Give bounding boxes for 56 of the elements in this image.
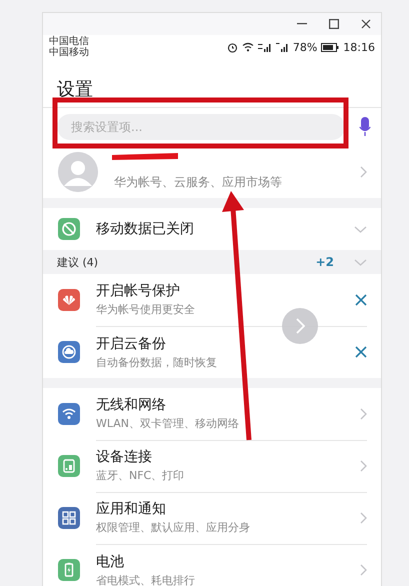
search-field[interactable]: 搜索设置项... — [57, 114, 345, 140]
close-icon[interactable] — [355, 294, 367, 306]
flower-icon — [58, 289, 80, 311]
chevron-right-icon — [360, 512, 367, 524]
setting-title: 开启云备份 — [96, 334, 166, 352]
setting-title: 开启帐号保护 — [96, 282, 180, 300]
setting-row[interactable]: 无线和网络 WLAN、双卡管理、移动网络 — [43, 388, 381, 440]
minimize-icon[interactable] — [297, 23, 307, 25]
setting-subtitle: 省电模式、耗电排行 — [96, 572, 195, 586]
more-link[interactable]: +2 — [316, 255, 334, 269]
chevron-right-icon — [360, 166, 367, 178]
chevron-right-icon — [360, 564, 367, 576]
section-header: 建议 (4) — [57, 254, 100, 270]
setting-row[interactable]: 应用和通知 权限管理、默认应用、应用分身 — [43, 492, 381, 544]
setting-subtitle: 蓝牙、NFC、打印 — [96, 468, 184, 483]
setting-title: 电池 — [96, 552, 124, 570]
alarm-icon — [226, 42, 238, 52]
no-data-icon — [58, 218, 80, 240]
scribble-mark — [112, 153, 178, 160]
account-subtitle: 华为帐号、云服务、应用市场等 — [114, 174, 282, 191]
setting-title: 应用和通知 — [96, 500, 166, 518]
setting-title: 设备连接 — [96, 448, 152, 466]
battery-icon — [321, 42, 340, 52]
battery-icon — [58, 559, 80, 581]
close-icon[interactable] — [355, 346, 367, 358]
wifi-icon — [58, 403, 80, 425]
battery-percent: 78% — [292, 40, 318, 54]
microphone-icon[interactable] — [359, 117, 371, 137]
status-time: 18:16 — [343, 40, 375, 54]
close-icon[interactable] — [361, 19, 371, 29]
device-icon — [58, 455, 80, 477]
setting-subtitle: WLAN、双卡管理、移动网络 — [96, 416, 240, 431]
mobile-data-row[interactable]: 移动数据已关闭 — [43, 208, 381, 250]
carrier-name: 中国电信 — [49, 36, 89, 47]
setting-subtitle: 权限管理、默认应用、应用分身 — [96, 520, 250, 535]
setting-row[interactable]: 开启云备份 自动备份数据，随时恢复 — [43, 326, 381, 378]
cloud-icon — [58, 341, 80, 363]
chevron-right-icon — [296, 318, 304, 334]
avatar-icon — [58, 152, 98, 192]
setting-title: 无线和网络 — [96, 396, 166, 414]
signal-icon — [258, 42, 272, 52]
setting-row[interactable]: 电池 省电模式、耗电排行 — [43, 544, 381, 586]
grid-icon — [58, 507, 80, 529]
setting-subtitle: 华为帐号使用更安全 — [96, 302, 195, 317]
carrier-name: 中国移动 — [49, 47, 89, 58]
chevron-down-icon — [354, 226, 367, 232]
chevron-right-icon — [360, 460, 367, 472]
maximize-icon[interactable] — [329, 19, 339, 29]
wifi-icon — [242, 42, 254, 52]
setting-row[interactable]: 设备连接 蓝牙、NFC、打印 — [43, 440, 381, 492]
signal-icon — [276, 42, 289, 52]
chevron-down-icon — [354, 258, 367, 266]
setting-subtitle: 自动备份数据，随时恢复 — [96, 354, 217, 370]
page-title: 设置 — [57, 78, 93, 101]
chevron-right-icon — [360, 408, 367, 420]
setting-title: 移动数据已关闭 — [96, 220, 195, 238]
